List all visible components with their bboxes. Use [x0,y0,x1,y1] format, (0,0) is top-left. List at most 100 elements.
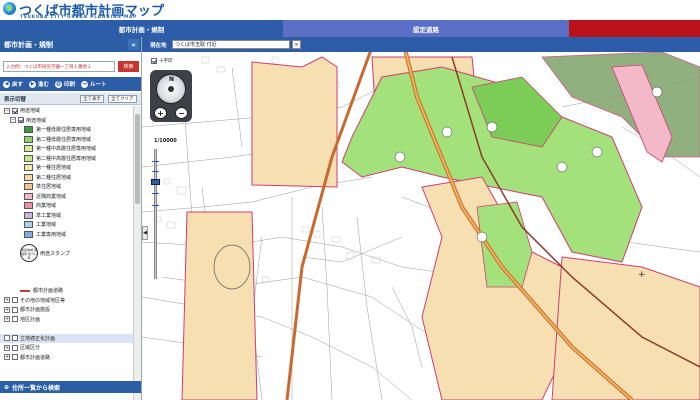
legend-swatch [24,202,33,210]
north-label: N [169,76,175,83]
layer-checkbox[interactable] [12,354,18,361]
layer-label: その他の地域地区等 [20,297,66,304]
layer-tree-row[interactable]: − 用途地域 [0,116,133,126]
zoning-stamp-icon: 用途地域 容積率 建ぺい率 [20,244,38,262]
panel-toggle-handle[interactable]: ◀ [142,226,148,240]
legend-swatch [24,164,33,172]
print-icon: ⎙ [55,80,63,88]
scrollbar-thumb[interactable] [135,114,140,204]
zoom-in-button[interactable]: + [154,107,167,119]
back-icon: ◀ [3,80,10,88]
layer-tree-row[interactable]: − 用途地域 [0,106,133,116]
print-button[interactable]: ⎙ 印刷 [55,79,77,89]
crosshair-toggle[interactable]: 十字印 [151,56,175,65]
zone-residential-west[interactable] [181,211,258,400]
slider-tick [152,161,159,162]
forward-label: 進む [38,82,50,88]
layer-checkbox[interactable] [12,306,18,313]
legend-swatch [24,145,33,153]
layer-tree-scrollbar[interactable] [133,106,141,400]
zoom-slider-knob[interactable] [151,179,160,185]
layer-checkbox[interactable] [12,107,18,114]
location-clear-button[interactable]: × [292,40,301,49]
layer-tree-row: 商業地域 [0,201,133,211]
layer-label: 第二種低層住居専用地域 [36,136,92,143]
zoning-map[interactable]: + [142,37,700,400]
layer-label: 準住居地域 [36,184,62,191]
compass-icon[interactable]: N [156,74,186,104]
forward-button[interactable]: ▶ 進む [29,79,51,89]
crosshair-marker: + [638,270,646,280]
tree-expander-icon[interactable]: − [4,107,10,114]
tree-expander-icon[interactable]: − [10,117,16,124]
zoom-out-button[interactable]: − [175,107,188,119]
zone-residential-nw[interactable] [251,56,338,188]
zoom-slider-track[interactable] [154,149,157,279]
tree-expander-icon[interactable]: + [4,306,10,313]
layer-checkbox[interactable] [12,316,18,323]
tab-urban-planning[interactable]: 都市計画・規制 [0,20,283,37]
map-canvas[interactable]: + [142,37,700,400]
layer-tree-row: 工業専用地域 [0,230,133,240]
tree-expander-icon[interactable]: + [4,297,10,304]
forward-icon: ▶ [29,80,37,88]
tree-expander-icon[interactable]: + [4,354,10,361]
location-field[interactable]: つくば市玉取 付近 [172,40,290,49]
address-search: 入力例：つくば市研究学園一丁目１番地１ 検索 [3,61,139,72]
layer-label: 第一種住居地域 [36,165,72,172]
layer-label: 近隣商業地域 [36,193,67,200]
legend-swatch [24,154,33,162]
layer-tree-row[interactable]: + 地区計画 [0,315,133,325]
collapse-panel-button[interactable]: « [128,39,139,50]
map-navigation-control: N + − [150,70,192,122]
layer-label: 区域区分 [20,345,41,352]
crosshair-label: 十字印 [159,58,173,64]
legend-swatch [24,135,33,143]
scale-indicator: 1/10000 [153,138,178,144]
route-button[interactable]: ↝ ルート [81,79,109,89]
stamp-legend-row: 用途地域 容積率 建ぺい率 用途スタンプ [0,239,133,267]
layer-tree-row[interactable]: 立地適正化計画 [0,333,133,343]
layer-tree-row: 第二種住居地域 [0,173,133,183]
layer-tree-row: 近隣商業地域 [0,192,133,202]
app-subtitle: TSUKUBA CITY URBAN PLANNING MAP [20,14,138,19]
city-logo-icon [3,2,16,15]
layer-tree-row: 準住居地域 [0,182,133,192]
tab-certified-roads[interactable]: 認定道路 [283,20,569,37]
layer-checkbox[interactable] [18,117,24,124]
tree-expander-icon[interactable] [4,335,10,342]
tree-expander-icon[interactable]: + [4,344,10,351]
layer-tree-row: 第二種低層住居専用地域 [0,135,133,145]
layer-tree-row[interactable]: + 区域区分 [0,343,133,353]
legend-swatch [24,230,33,238]
print-label: 印刷 [64,82,76,88]
layer-tree-row[interactable]: + 都市計画施設 [0,305,133,315]
slider-tick [152,205,159,206]
back-button[interactable]: ◀ 戻す [3,79,25,89]
history-toolbar: ◀ 戻す ▶ 進む ⎙ 印刷 ↝ ルート [0,77,141,91]
expand-icon: ⊕ [4,383,10,391]
layer-tree-row[interactable]: + その他の地域地区等 [0,296,133,306]
crosshair-checkbox[interactable] [151,57,157,64]
layer-checkbox[interactable] [12,335,18,342]
zoom-slider[interactable] [151,149,160,299]
search-button[interactable]: 検索 [118,61,139,72]
layer-tree-row[interactable]: + 都市計画道路 [0,353,133,363]
layer-panel: 都市計画・規制 « 入力例：つくば市研究学園一丁目１番地１ 検索 ◀ 戻す ▶ … [0,37,142,400]
layer-checkbox[interactable] [12,344,18,351]
zoom-buttons: + − [154,107,188,119]
tab-extra[interactable] [569,20,700,37]
layer-tree-row [0,324,133,334]
address-search-input[interactable]: 入力例：つくば市研究学園一丁目１番地１ [3,61,115,72]
tree-expander-icon[interactable]: + [4,316,10,323]
layer-label: 工業地域 [36,222,57,229]
address-list-search-bar[interactable]: ⊕ 住所一覧から検索 [0,381,141,393]
compass-center[interactable] [168,86,174,92]
layer-tree-row: 第一種低層住居専用地域 [0,125,133,135]
show-all-button[interactable]: 全て表示 [80,95,104,103]
layer-checkbox[interactable] [12,297,18,304]
route-label: ルート [90,82,107,88]
clear-all-button[interactable]: 全てクリア [108,95,137,103]
layer-tree-row: 工業地域 [0,220,133,230]
display-toggle-label: 表示切替 [4,97,27,103]
